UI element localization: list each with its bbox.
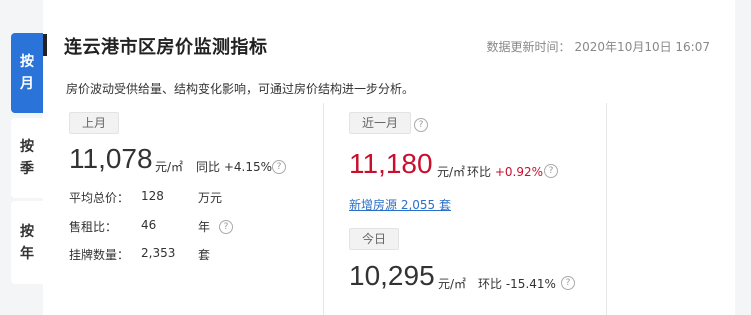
tab-label-char: 按 xyxy=(20,54,34,70)
update-time-label: 数据更新时间： xyxy=(486,40,571,54)
help-icon[interactable]: ? xyxy=(561,276,575,290)
today-price: 10,295 xyxy=(349,260,435,291)
sale-rent-ratio-unit: 年 xyxy=(198,220,211,234)
avg-total-label: 平均总价： xyxy=(69,191,130,205)
last-month-yoy: 同比 +4.15% xyxy=(196,158,272,175)
last-month-pill: 上月 xyxy=(69,112,120,134)
tab-by-month[interactable]: 按 月 xyxy=(11,33,43,113)
tab-label-char: 月 xyxy=(20,76,34,92)
tab-by-year[interactable]: 按 年 xyxy=(11,201,43,284)
today-pill: 今日 xyxy=(349,228,400,250)
title-accent-bar xyxy=(43,34,47,56)
recent-month-pill: 近一月 xyxy=(349,112,412,134)
recent-month-unit: 元/㎡ xyxy=(437,165,466,179)
help-icon[interactable]: ? xyxy=(272,160,286,174)
yoy-value: +4.15% xyxy=(223,160,273,174)
description-text: 房价波动受供给量、结构变化影响，可通过房价结构进一步分析。 xyxy=(66,82,415,96)
tab-label-char: 季 xyxy=(20,161,34,177)
column-divider xyxy=(323,103,324,315)
mom-value: +0.92% xyxy=(494,165,544,179)
column-divider xyxy=(606,103,607,315)
today-mom-label: 环比 xyxy=(478,277,503,291)
tab-label-char: 年 xyxy=(20,245,34,262)
today-mom: 环比 -15.41% xyxy=(478,275,556,292)
tab-by-quarter[interactable]: 按 季 xyxy=(11,118,43,198)
avg-total-unit: 万元 xyxy=(198,191,223,205)
last-month-price: 11,078 xyxy=(69,143,153,174)
listing-count-value: 2,353 xyxy=(141,246,176,260)
help-icon[interactable]: ? xyxy=(544,164,558,178)
yoy-label: 同比 xyxy=(196,160,221,174)
update-time-value: 2020年10月10日 16:07 xyxy=(574,40,710,54)
recent-month-price: 11,180 xyxy=(349,148,433,179)
new-listings-link[interactable]: 新增房源 2,055 套 xyxy=(349,196,451,213)
update-time: 数据更新时间： 2020年10月10日 16:07 xyxy=(483,38,711,55)
help-icon[interactable]: ? xyxy=(414,118,428,132)
today-unit: 元/㎡ xyxy=(438,277,467,291)
avg-total-value: 128 xyxy=(141,189,164,203)
listing-count-label: 挂牌数量： xyxy=(69,248,130,262)
help-icon[interactable]: ? xyxy=(219,220,233,234)
recent-month-mom: 环比 +0.92% xyxy=(467,163,543,180)
sale-rent-ratio-value: 46 xyxy=(141,218,157,232)
mom-label: 环比 xyxy=(467,165,492,179)
listing-count-unit: 套 xyxy=(198,248,211,262)
tab-label-char: 按 xyxy=(20,223,34,240)
tab-label-char: 按 xyxy=(20,139,34,155)
sale-rent-ratio-label: 售租比： xyxy=(69,220,118,234)
page-title: 连云港市区房价监测指标 xyxy=(64,37,268,58)
today-mom-value: -15.41% xyxy=(505,277,556,291)
price-monitor-widget: 按 月 按 季 按 年 连云港市区房价监测指标 数据更新时间： 2020年10月1… xyxy=(0,0,751,315)
last-month-unit: 元/㎡ xyxy=(155,160,184,174)
